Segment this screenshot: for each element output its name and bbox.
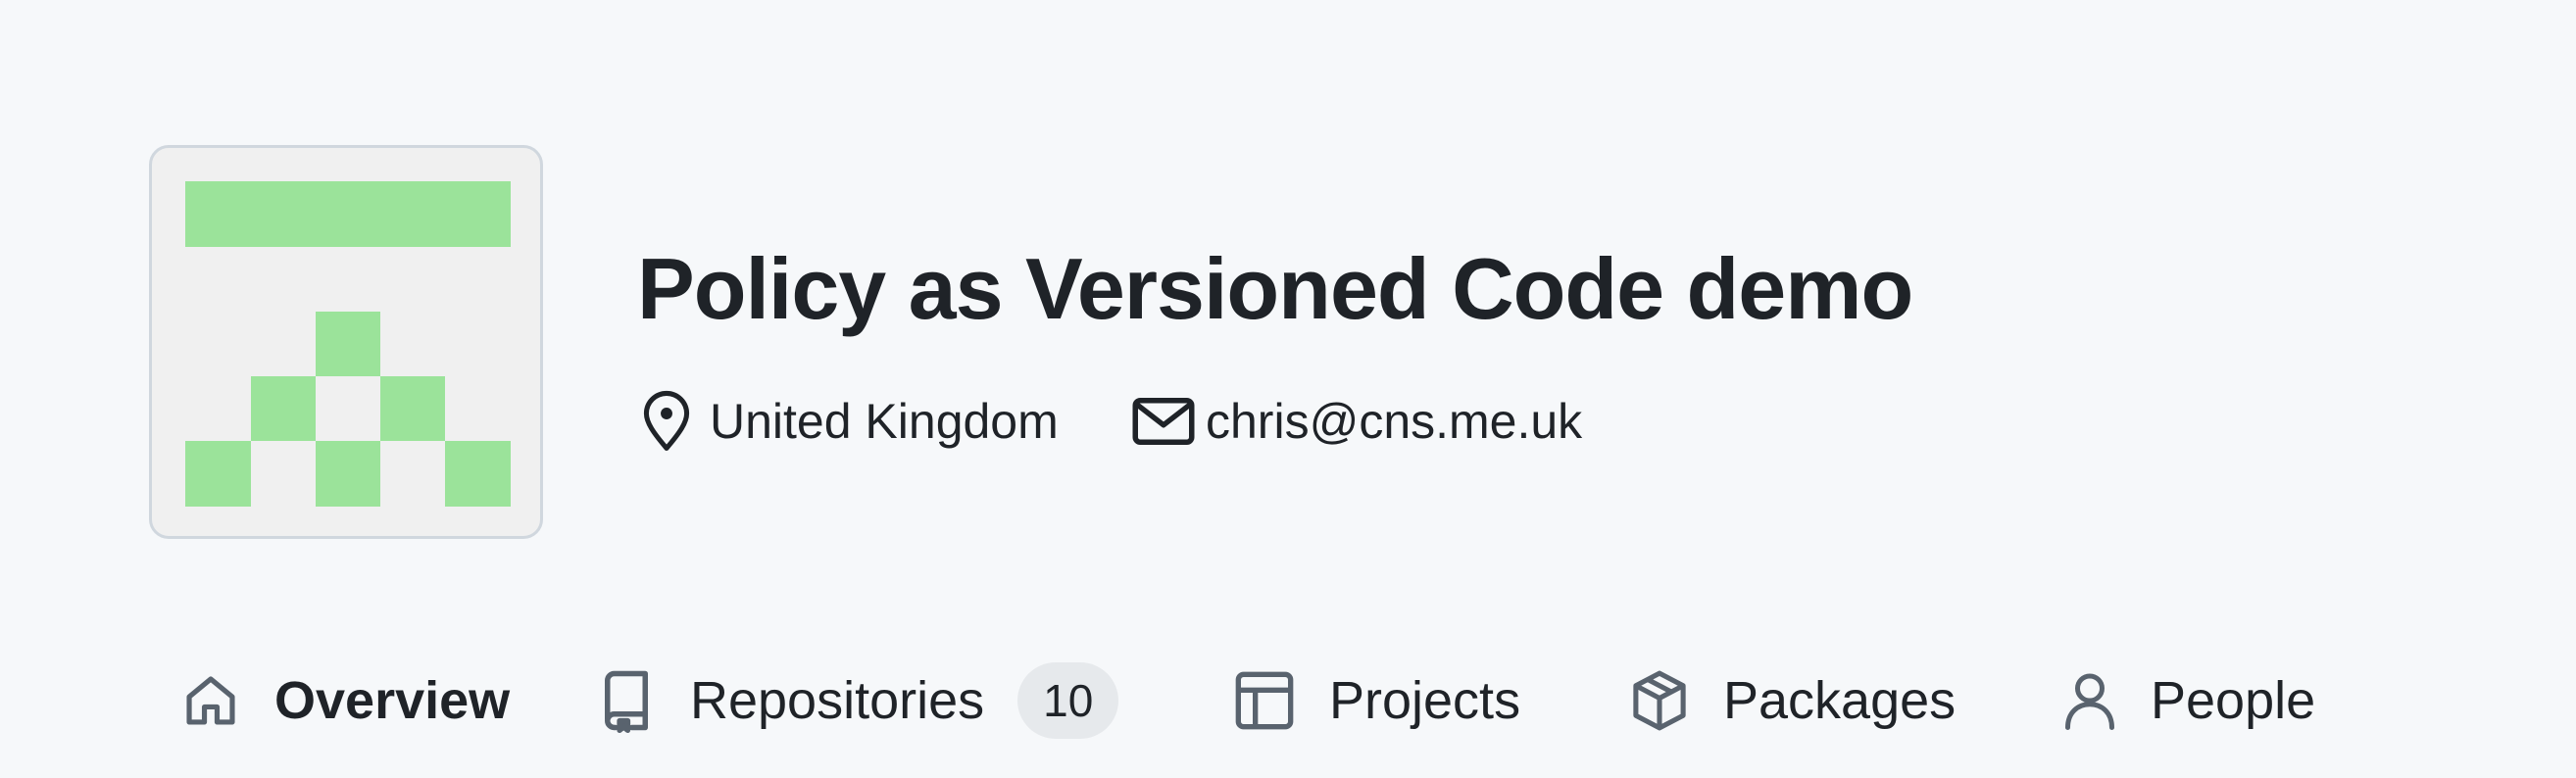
org-nav-tabs: Overview Repositories 10 Projects Packag… bbox=[0, 647, 2576, 778]
package-icon bbox=[1633, 670, 1686, 731]
tab-people[interactable]: People bbox=[2062, 647, 2315, 754]
tab-packages-label: Packages bbox=[1723, 671, 1957, 730]
tab-projects-label: Projects bbox=[1329, 671, 1521, 730]
identicon-icon bbox=[185, 181, 511, 507]
repositories-count-badge: 10 bbox=[1017, 662, 1119, 739]
home-icon bbox=[186, 676, 235, 725]
tab-repositories-label: Repositories bbox=[690, 671, 985, 730]
org-location-text: United Kingdom bbox=[710, 394, 1059, 449]
org-email[interactable]: chris@cns.me.uk bbox=[1131, 390, 1582, 453]
tab-overview[interactable]: Overview bbox=[180, 647, 510, 754]
org-avatar bbox=[149, 145, 543, 539]
person-icon bbox=[2065, 673, 2114, 730]
tab-overview-label: Overview bbox=[274, 671, 511, 730]
mail-icon bbox=[1132, 398, 1195, 445]
location-icon bbox=[643, 390, 690, 451]
tab-people-label: People bbox=[2151, 671, 2316, 730]
org-email-link[interactable]: chris@cns.me.uk bbox=[1206, 390, 1582, 453]
tab-repositories[interactable]: Repositories 10 bbox=[596, 647, 1119, 754]
org-location: United Kingdom bbox=[639, 390, 1059, 453]
tab-packages[interactable]: Packages bbox=[1629, 647, 1956, 754]
tab-projects[interactable]: Projects bbox=[1233, 647, 1520, 754]
table-icon bbox=[1235, 671, 1294, 730]
org-name: Policy as Versioned Code demo bbox=[637, 240, 1913, 337]
repo-icon bbox=[605, 670, 648, 733]
